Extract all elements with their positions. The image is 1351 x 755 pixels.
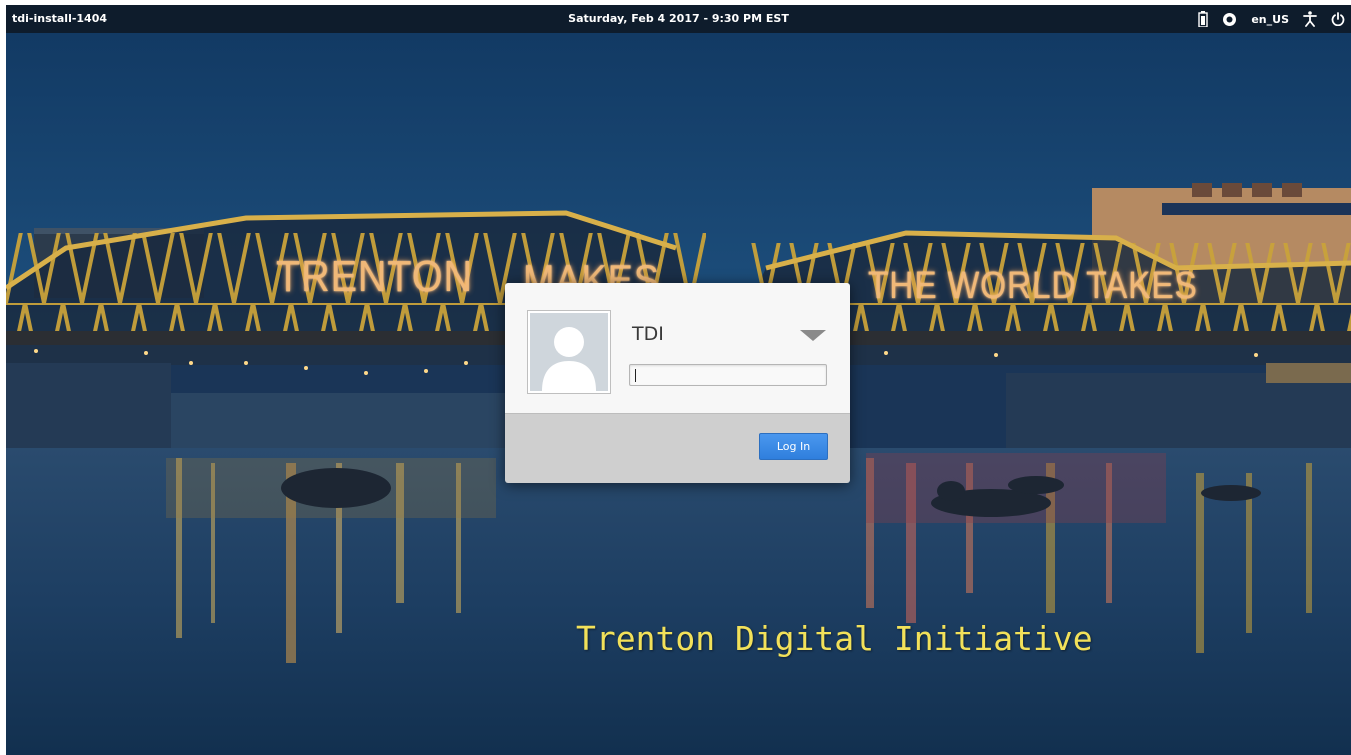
- bridge-sign-trenton: TRENTON: [276, 252, 473, 301]
- login-dialog-body: TDI: [505, 283, 850, 413]
- user-avatar: [527, 310, 611, 394]
- password-field[interactable]: [629, 364, 827, 386]
- log-in-button[interactable]: Log In: [759, 433, 828, 460]
- power-icon[interactable]: [1331, 9, 1345, 29]
- battery-icon[interactable]: [1198, 9, 1209, 29]
- user-avatar-icon: [530, 313, 608, 391]
- top-panel: tdi-install-1404 Saturday, Feb 4 2017 - …: [6, 5, 1351, 33]
- bridge-sign-world-takes: THE WORLD TAKES: [868, 265, 1198, 307]
- brand-caption: Trenton Digital Initiative: [576, 619, 1093, 658]
- indicator-tray: en_US: [1198, 5, 1345, 33]
- user-name-label: TDI: [632, 323, 664, 345]
- locale-label: en_US: [1251, 12, 1289, 26]
- session-indicator-icon[interactable]: [1222, 9, 1237, 29]
- accessibility-icon[interactable]: [1303, 9, 1317, 29]
- chevron-down-icon[interactable]: [798, 327, 828, 343]
- greeter-screen: TRENTON MAKES THE WORLD TAKES Trenton Di…: [6, 5, 1351, 755]
- login-dialog: TDI Log In: [505, 283, 850, 483]
- locale-indicator[interactable]: en_US: [1251, 9, 1289, 29]
- text-caret: [635, 369, 636, 382]
- clock-label[interactable]: Saturday, Feb 4 2017 - 9:30 PM EST: [6, 12, 1351, 25]
